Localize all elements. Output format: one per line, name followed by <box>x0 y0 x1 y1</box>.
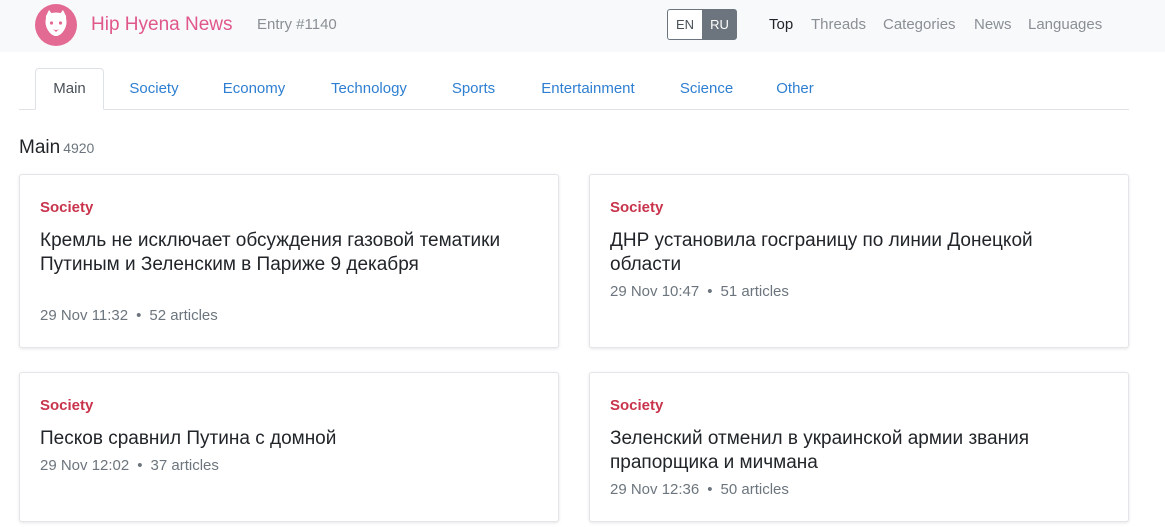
top-navbar: Hip Hyena News Entry #1140 EN RU Top Thr… <box>0 0 1165 52</box>
lang-ru-button[interactable]: RU <box>702 9 737 40</box>
card-meta: 29 Nov 11:32 • 52 articles <box>40 306 218 326</box>
tab-main[interactable]: Main <box>35 68 104 110</box>
tab-other[interactable]: Other <box>763 68 827 110</box>
tab-sports[interactable]: Sports <box>440 68 507 110</box>
card-title[interactable]: Зеленский отменил в украинской армии зва… <box>610 427 1080 475</box>
tab-society[interactable]: Society <box>116 68 192 110</box>
nav-categories[interactable]: Categories <box>883 15 956 35</box>
nav-news[interactable]: News <box>974 15 1012 35</box>
card-article-count: 51 articles <box>720 283 789 300</box>
nav-top[interactable]: Top <box>769 15 793 35</box>
tab-science[interactable]: Science <box>668 68 745 110</box>
meta-separator: • <box>707 283 713 300</box>
hyena-logo-icon[interactable] <box>35 4 77 46</box>
card-title[interactable]: Кремль не исключает обсуждения газовой т… <box>40 229 510 277</box>
card-time: 29 Nov 12:02 <box>40 457 130 474</box>
news-card[interactable]: Society Кремль не исключает обсуждения г… <box>19 174 559 348</box>
meta-separator: • <box>707 481 713 498</box>
section-count: 4920 <box>63 140 95 156</box>
news-card[interactable]: Society Песков сравнил Путина с домной 2… <box>19 372 559 522</box>
brand-name[interactable]: Hip Hyena News <box>91 13 233 37</box>
nav-languages[interactable]: Languages <box>1028 15 1102 35</box>
meta-separator: • <box>136 307 142 324</box>
tab-technology[interactable]: Technology <box>316 68 422 110</box>
entry-label: Entry #1140 <box>257 16 337 33</box>
language-switcher: EN RU <box>667 9 737 40</box>
card-time: 29 Nov 11:32 <box>40 307 129 324</box>
tab-economy[interactable]: Economy <box>209 68 299 110</box>
section-heading: Main 4920 <box>19 136 94 160</box>
nav-threads[interactable]: Threads <box>811 15 866 35</box>
section-title: Main <box>19 137 61 158</box>
lang-en-button[interactable]: EN <box>667 9 702 40</box>
card-time: 29 Nov 12:36 <box>610 481 700 498</box>
card-category[interactable]: Society <box>610 199 663 217</box>
card-time: 29 Nov 10:47 <box>610 283 700 300</box>
tab-entertainment[interactable]: Entertainment <box>526 68 650 110</box>
card-meta: 29 Nov 12:02 • 37 articles <box>40 456 219 476</box>
card-meta: 29 Nov 12:36 • 50 articles <box>610 480 789 500</box>
card-meta: 29 Nov 10:47 • 51 articles <box>610 282 789 302</box>
card-title[interactable]: Песков сравнил Путина с домной <box>40 427 510 451</box>
news-card[interactable]: Society Зеленский отменил в украинской а… <box>589 372 1129 522</box>
card-article-count: 50 articles <box>720 481 789 498</box>
card-category[interactable]: Society <box>40 397 93 415</box>
card-category[interactable]: Society <box>40 199 93 217</box>
meta-separator: • <box>137 457 143 474</box>
news-card[interactable]: Society ДНР установила госграницу по лин… <box>589 174 1129 348</box>
card-title[interactable]: ДНР установила госграницу по линии Донец… <box>610 229 1080 277</box>
card-article-count: 37 articles <box>150 457 219 474</box>
card-article-count: 52 articles <box>149 307 218 324</box>
card-category[interactable]: Society <box>610 397 663 415</box>
